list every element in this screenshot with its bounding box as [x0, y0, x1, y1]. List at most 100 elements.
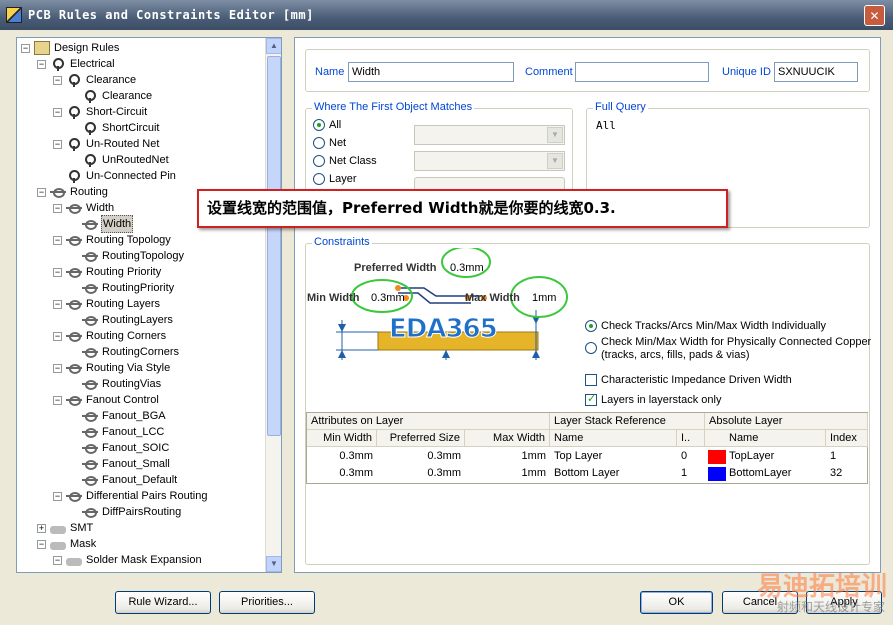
radio-layer-indicator[interactable] — [313, 173, 325, 185]
collapse-icon[interactable]: − — [37, 539, 46, 549]
collapse-icon[interactable]: − — [53, 331, 62, 341]
comment-field[interactable] — [575, 62, 709, 82]
row1-pref[interactable]: 0.3mm — [377, 465, 465, 482]
radio-net-class-indicator[interactable] — [313, 155, 325, 167]
rule-wizard-button[interactable]: Rule Wizard... — [115, 591, 211, 614]
check-individually-indicator[interactable] — [585, 320, 597, 332]
layerstack-checkbox[interactable] — [585, 392, 597, 406]
collapse-icon[interactable]: − — [53, 203, 62, 213]
scroll-thumb[interactable] — [267, 56, 281, 436]
tree-item[interactable]: − Routing Priority — [53, 264, 162, 280]
tree-item[interactable]: − Un-Routed Net — [53, 136, 160, 152]
impedance-checkbox[interactable] — [585, 374, 597, 386]
ok-button[interactable]: OK — [640, 591, 713, 614]
col-stack-name[interactable]: Name — [550, 430, 677, 447]
tree-item[interactable]: − Routing — [37, 184, 109, 200]
tree-item[interactable]: − Clearance — [53, 72, 137, 88]
collapse-icon[interactable]: − — [21, 43, 30, 53]
expand-icon[interactable]: + — [37, 523, 46, 533]
collapse-icon[interactable]: − — [53, 267, 62, 277]
collapse-icon[interactable]: − — [53, 363, 62, 373]
tree-item[interactable]: − Electrical — [37, 56, 116, 72]
col-abs-index[interactable]: Index — [826, 430, 868, 447]
tree-item[interactable]: UnRoutedNet — [69, 152, 170, 168]
max-width-value[interactable]: 1mm — [532, 292, 556, 304]
radio-all[interactable]: All — [313, 119, 341, 131]
radio-net-indicator[interactable] — [313, 137, 325, 149]
collapse-icon[interactable]: − — [53, 235, 62, 245]
collapse-icon[interactable]: − — [53, 107, 62, 117]
collapse-icon[interactable]: − — [53, 75, 62, 85]
unique-id-field[interactable]: SXNUUCIK — [774, 62, 858, 82]
tree-item[interactable]: RoutingPriority — [69, 280, 175, 296]
tree-item[interactable]: Fanout_Default — [69, 472, 178, 488]
tree-item[interactable]: RoutingTopology — [69, 248, 185, 264]
rules-tree[interactable]: − Design Rules − Electrical − Clearance Cleara… — [16, 37, 282, 573]
tree-item[interactable]: ShortCircuit — [69, 120, 160, 136]
name-field[interactable]: Width — [348, 62, 514, 82]
full-query-text[interactable]: All — [596, 119, 616, 132]
collapse-icon[interactable]: − — [53, 395, 62, 405]
tree-item[interactable]: − Fanout Control — [53, 392, 160, 408]
tree-item[interactable]: − Routing Via Style — [53, 360, 171, 376]
tree-item[interactable]: RoutingVias — [69, 376, 162, 392]
row0-max[interactable]: 1mm — [465, 448, 550, 465]
radio-net[interactable]: Net — [313, 137, 346, 149]
preferred-width-value[interactable]: 0.3mm — [450, 262, 484, 274]
row1-max[interactable]: 1mm — [465, 465, 550, 482]
collapse-icon[interactable]: − — [53, 299, 62, 309]
layer-grid[interactable]: Attributes on Layer Layer Stack Referenc… — [306, 412, 868, 484]
collapse-icon[interactable]: − — [37, 187, 46, 197]
tree-item[interactable]: Fanout_SOIC — [69, 440, 170, 456]
chevron-down-icon[interactable]: ▼ — [547, 153, 563, 169]
tree-item[interactable]: − Differential Pairs Routing — [53, 488, 208, 504]
close-icon[interactable]: ✕ — [864, 5, 885, 26]
first-object-combo[interactable]: ▼ — [414, 125, 565, 145]
col-stack-index[interactable]: I.. — [677, 430, 705, 447]
min-width-value[interactable]: 0.3mm — [371, 292, 405, 304]
impedance-checkbox-row[interactable]: Characteristic Impedance Driven Width — [585, 374, 792, 386]
radio-net-class[interactable]: Net Class — [313, 155, 377, 167]
row1-min[interactable]: 0.3mm — [307, 465, 377, 482]
row0-min[interactable]: 0.3mm — [307, 448, 377, 465]
col-abs-name[interactable]: Name — [705, 430, 826, 447]
priorities-button[interactable]: Priorities... — [219, 591, 315, 614]
tree-item[interactable]: − Solder Mask Expansion — [53, 552, 203, 568]
collapse-icon[interactable]: − — [53, 555, 62, 565]
row0-pref[interactable]: 0.3mm — [377, 448, 465, 465]
tree-item[interactable]: − Design Rules — [21, 40, 120, 56]
collapse-icon[interactable]: − — [53, 491, 62, 501]
tree-scrollbar[interactable]: ▲ ▼ — [265, 38, 281, 572]
tree-item[interactable]: Clearance — [69, 88, 153, 104]
tree-item[interactable]: Width — [69, 215, 134, 233]
chevron-down-icon[interactable]: ▼ — [547, 127, 563, 143]
radio-layer[interactable]: Layer — [313, 173, 357, 185]
check-individually-option[interactable]: Check Tracks/Arcs Min/Max Width Individu… — [585, 320, 826, 332]
col-max-width[interactable]: Max Width — [465, 430, 550, 447]
net-class-combo[interactable]: ▼ — [414, 151, 565, 171]
tree-item[interactable]: RoutingCorners — [69, 344, 180, 360]
scroll-down-icon[interactable]: ▼ — [266, 556, 281, 572]
layerstack-checkbox-row[interactable]: Layers in layerstack only — [585, 392, 721, 406]
scroll-up-icon[interactable]: ▲ — [266, 38, 281, 54]
tree-item[interactable]: − Mask — [37, 536, 97, 552]
col-min-width[interactable]: Min Width — [307, 430, 377, 447]
tree-item[interactable]: − Routing Corners — [53, 328, 167, 344]
tree-item[interactable]: DiffPairsRouting — [69, 504, 182, 520]
tree-item[interactable]: + SMT — [37, 520, 94, 536]
check-connected-indicator[interactable] — [585, 342, 597, 354]
tree-item[interactable]: − Routing Topology — [53, 232, 172, 248]
tree-item[interactable]: − Width — [53, 200, 115, 216]
radio-all-indicator[interactable] — [313, 119, 325, 131]
tree-item[interactable]: − Routing Layers — [53, 296, 161, 312]
check-connected-option[interactable]: Check Min/Max Width for Physically Conne… — [585, 336, 871, 362]
col-preferred-size[interactable]: Preferred Size — [377, 430, 465, 447]
tree-item[interactable]: Fanout_BGA — [69, 408, 167, 424]
collapse-icon[interactable]: − — [53, 139, 62, 149]
collapse-icon[interactable]: − — [37, 59, 46, 69]
tree-item[interactable]: Un-Connected Pin — [53, 168, 177, 184]
tree-item[interactable]: Fanout_LCC — [69, 424, 165, 440]
tree-item[interactable]: − Short-Circuit — [53, 104, 148, 120]
tree-item[interactable]: RoutingLayers — [69, 312, 174, 328]
tree-item[interactable]: Fanout_Small — [69, 456, 171, 472]
